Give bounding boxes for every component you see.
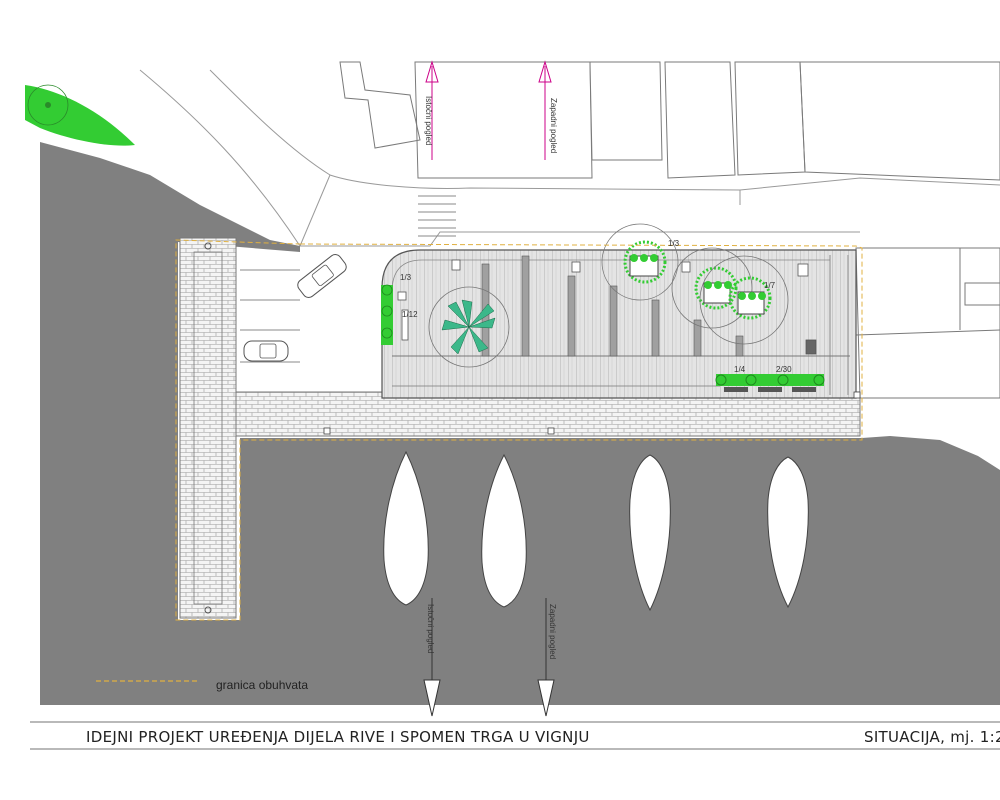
sheet-title: SITUACIJA, mj. 1:2 (864, 728, 1000, 746)
parking-area (240, 269, 300, 393)
tag-bench-planter: 1/12 (402, 310, 418, 319)
view-label-bottom-right: Zapadni pogled (548, 604, 557, 659)
lawn-top-left (25, 84, 135, 146)
view-arrow-top-right: Zapadni pogled (538, 60, 558, 160)
planter-row-bottom (715, 374, 825, 392)
buildings-top (339, 61, 1000, 181)
title-block: IDEJNI PROJEKT UREĐENJA DIJELA RIVE I SP… (30, 721, 1000, 750)
parked-car-angled (297, 254, 347, 298)
tag-bench-left: 1/3 (400, 273, 412, 282)
tag-planter-right: 2/30 (776, 365, 792, 374)
legend-boundary-label: granica obuhvata (216, 678, 308, 692)
tag-planter-left: 1/4 (734, 365, 746, 374)
hedge-left (381, 284, 393, 345)
view-label-bottom-left: Istočni pogled (426, 604, 435, 653)
buildings-right (855, 247, 1000, 399)
pier-vertical (179, 237, 237, 619)
view-arrow-top-left: Istočni pogled (424, 60, 439, 160)
site-plan-drawing: Istočni pogled Zapadni pogled Istočni po… (25, 60, 1000, 750)
view-label-top-right: Zapadni pogled (549, 98, 558, 153)
parked-car-straight (243, 340, 289, 362)
view-label-top-left: Istočni pogled (424, 96, 433, 145)
road-outlines (139, 69, 1000, 249)
crosswalk (418, 195, 456, 237)
tag-tree-right: 1/7 (764, 281, 776, 290)
project-title: IDEJNI PROJEKT UREĐENJA DIJELA RIVE I SP… (86, 728, 590, 746)
tag-tree-top: 1/3 (668, 239, 680, 248)
